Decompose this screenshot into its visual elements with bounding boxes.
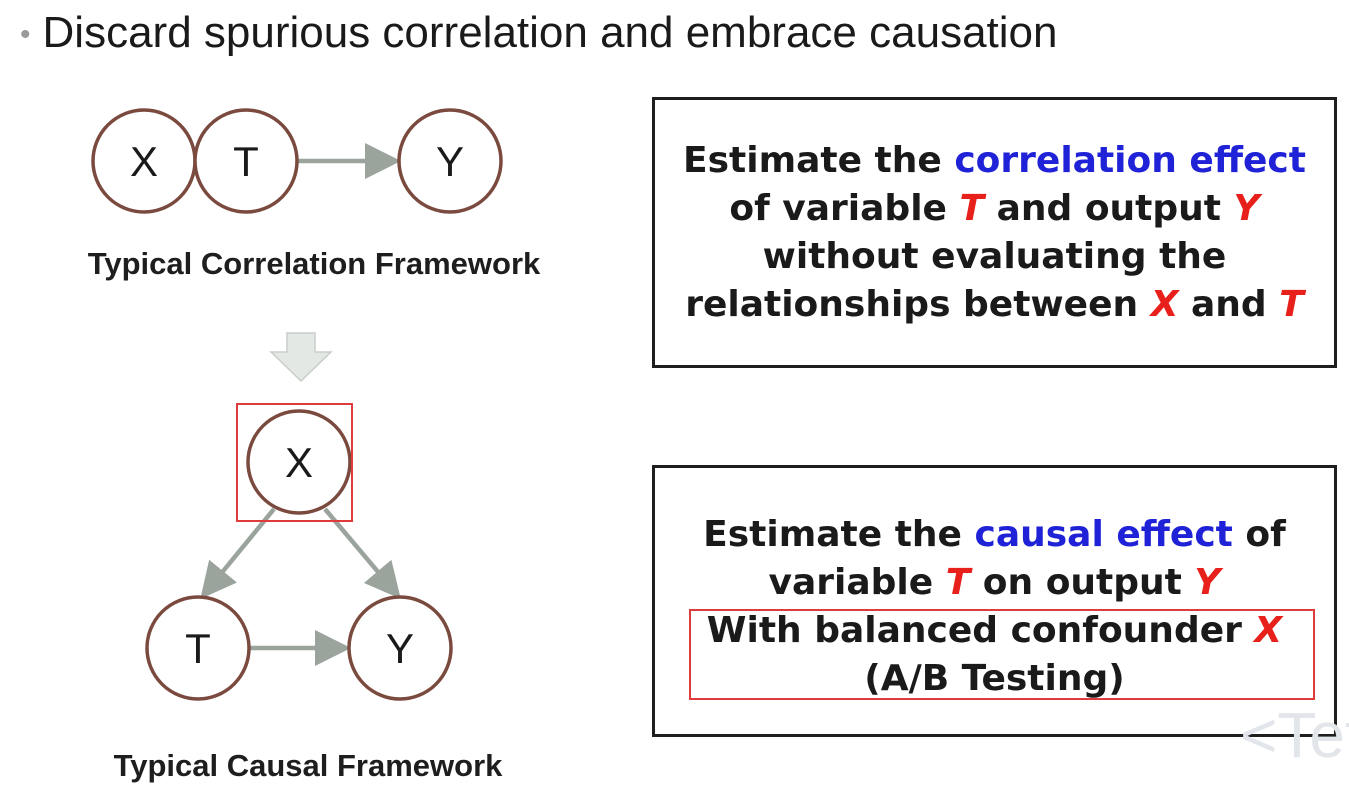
causal-line1-end: of — [1232, 514, 1286, 555]
node-y: Y — [347, 595, 453, 701]
causal-var-y: Y — [1194, 562, 1221, 603]
correlation-framework-label: Typical Correlation Framework — [88, 246, 541, 281]
node-t-label: T — [185, 625, 211, 672]
node-y-label: Y — [386, 625, 414, 672]
node-t-label: T — [233, 138, 259, 185]
corr-var-t2: T — [1279, 283, 1304, 325]
node-t: T — [193, 108, 299, 214]
causal-framework-label: Typical Causal Framework — [114, 748, 504, 783]
node-x: X — [91, 108, 197, 214]
causal-line1-text: Estimate the — [703, 514, 975, 555]
watermark-logo: <Tet — [1240, 699, 1349, 771]
correlation-description-text: Estimate the correlation effect of varia… — [683, 137, 1306, 329]
causal-emphasis-causal-effect: causal effect — [974, 514, 1233, 555]
causal-line2-mid: on output — [970, 562, 1195, 603]
corr-var-x: X — [1150, 283, 1179, 325]
corr-emphasis-correlation-effect: correlation effect — [954, 139, 1306, 181]
node-x: X — [246, 409, 352, 515]
correlation-framework: X T Y Typical Correlation Framework — [88, 108, 541, 281]
ab-testing-highlight-box — [689, 609, 1315, 700]
causal-framework: X T Y Typical Causal Framework — [114, 403, 504, 783]
corr-line4-mid: and — [1178, 283, 1280, 325]
down-arrow-icon — [269, 332, 333, 383]
node-y-label: Y — [436, 138, 464, 185]
node-y: Y — [397, 108, 503, 214]
corr-line1-text: Estimate the — [683, 139, 955, 181]
corr-line3-text: without evaluating the — [762, 235, 1227, 277]
corr-line4-text: relationships between — [685, 283, 1151, 325]
corr-var-y: Y — [1233, 187, 1260, 229]
node-x-label: X — [130, 138, 158, 185]
node-x-label: X — [285, 439, 313, 486]
corr-line2-mid: and output — [984, 187, 1234, 229]
node-t: T — [145, 595, 251, 701]
causal-var-t: T — [945, 562, 971, 603]
corr-var-t: T — [959, 187, 985, 229]
causal-line2-text: variable — [768, 562, 946, 603]
correlation-description-box: Estimate the correlation effect of varia… — [652, 97, 1337, 368]
corr-line2-text: of variable — [729, 187, 960, 229]
